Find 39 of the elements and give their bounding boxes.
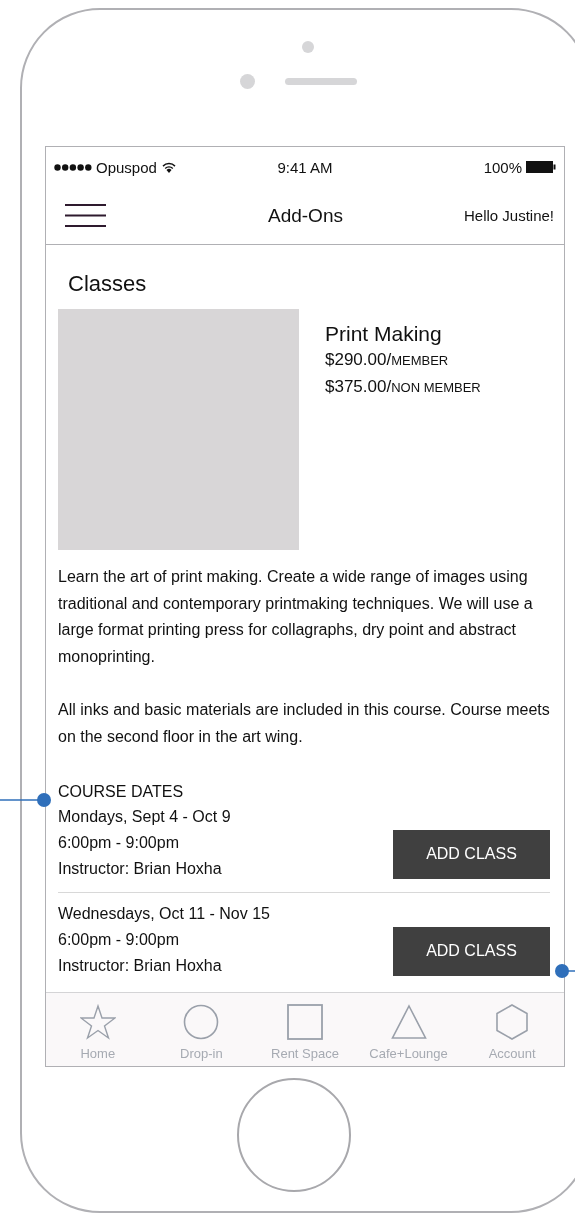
hexagon-icon: [494, 1004, 531, 1040]
camera-icon: [240, 74, 255, 89]
session-days: Wednesdays, Oct 11 - Nov 15: [58, 901, 270, 927]
section-title: Classes: [68, 271, 148, 297]
price-text: $290.00/MEMBER: [325, 349, 450, 371]
circle-icon: [183, 1004, 220, 1040]
description-text: Learn the art of print making. Create a wide range of images using traditional and contemporary printmaking techniques. We will use a large format printing press for collagraphs, dry point and abstract monoprinting.: [58, 567, 534, 667]
battery-icon: [526, 161, 556, 173]
menu-icon[interactable]: [64, 203, 107, 228]
session-time: 6:00pm - 9:00pm: [58, 930, 179, 950]
carrier-name: Opuspod: [96, 158, 157, 176]
sensor-icon: [302, 41, 314, 53]
star-icon: [79, 1004, 116, 1040]
session-days: Mondays, Sept 4 - Oct 9: [58, 804, 231, 830]
tab-item[interactable]: Cafe+Lounge: [356, 993, 461, 1066]
screen-title: Add-Ons: [267, 204, 344, 227]
instructor-text: Instructor: Brian Hoxha: [58, 956, 222, 976]
price-text: $375.00/NON MEMBER: [325, 376, 481, 398]
course-dates-heading: COURSE DATES: [58, 782, 185, 802]
add-class-button[interactable]: ADD CLASS: [393, 829, 550, 879]
session-time: 6:00pm - 9:00pm: [58, 833, 179, 853]
greeting-text: Hello Justine!: [463, 207, 554, 224]
annotation-pin: [0, 792, 52, 808]
status-time: 9:41 AM: [277, 158, 333, 176]
tab-item[interactable]: Home: [46, 993, 150, 1066]
square-icon: [287, 1004, 323, 1040]
tab-item[interactable]: Rent Space: [253, 993, 357, 1066]
annotation-pin: [555, 963, 575, 979]
add-class-button[interactable]: ADD CLASS: [393, 926, 550, 976]
instructor-text: Instructor: Brian Hoxha: [58, 859, 222, 879]
signal-icon: [54, 163, 92, 171]
tab-item[interactable]: Drop-in: [149, 993, 254, 1066]
speaker-icon: [285, 78, 357, 85]
battery-percent: 100%: [483, 158, 522, 176]
description-text: All inks and basic materials are included in this course. Course meets on the second floor in the art wing.: [58, 700, 550, 747]
class-title: Print Making: [325, 321, 443, 347]
wifi-icon: [160, 161, 177, 173]
tab-item[interactable]: Account: [460, 993, 564, 1066]
triangle-icon: [390, 1004, 427, 1040]
